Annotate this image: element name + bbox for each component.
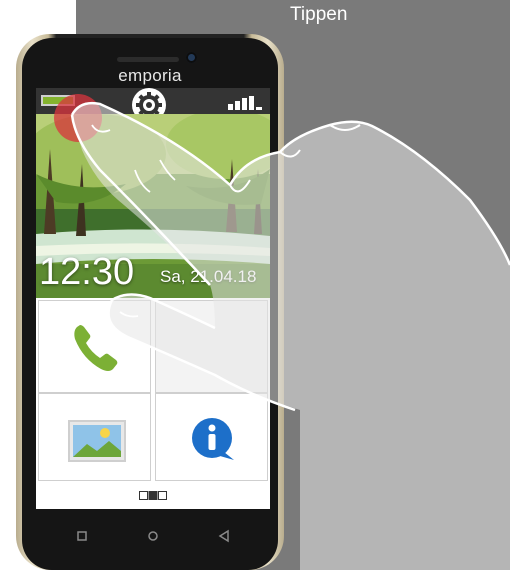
signal-strength-icon	[228, 96, 262, 110]
phone-app-tile[interactable]	[38, 300, 151, 393]
home-wallpaper: 12:30 Sa, 21.04.18	[36, 114, 270, 298]
battery-icon	[41, 95, 75, 106]
home-button[interactable]	[141, 524, 165, 548]
phone-screen: 12:30 Sa, 21.04.18	[36, 88, 270, 509]
navigation-bar	[36, 514, 270, 564]
back-button[interactable]	[212, 524, 236, 548]
recent-apps-button[interactable]	[70, 524, 94, 548]
gallery-app-tile[interactable]	[38, 393, 151, 481]
clock-date: Sa, 21.04.18	[160, 267, 257, 286]
info-app-tile[interactable]	[155, 393, 268, 481]
tutorial-stage: Tippen emporia 12:30 Sa, 21.04.18	[0, 0, 510, 570]
brand-logo: emporia	[118, 66, 182, 85]
status-bar	[36, 88, 270, 122]
info-icon	[192, 418, 234, 460]
hint-label: Tippen	[290, 4, 348, 25]
clock-time: 12:30	[39, 251, 135, 293]
phone-icon	[74, 325, 118, 371]
front-camera	[186, 52, 197, 63]
gallery-icon	[68, 420, 126, 462]
page-indicator	[139, 491, 167, 500]
earpiece-speaker	[117, 57, 179, 62]
app-tile-empty[interactable]	[155, 300, 268, 393]
